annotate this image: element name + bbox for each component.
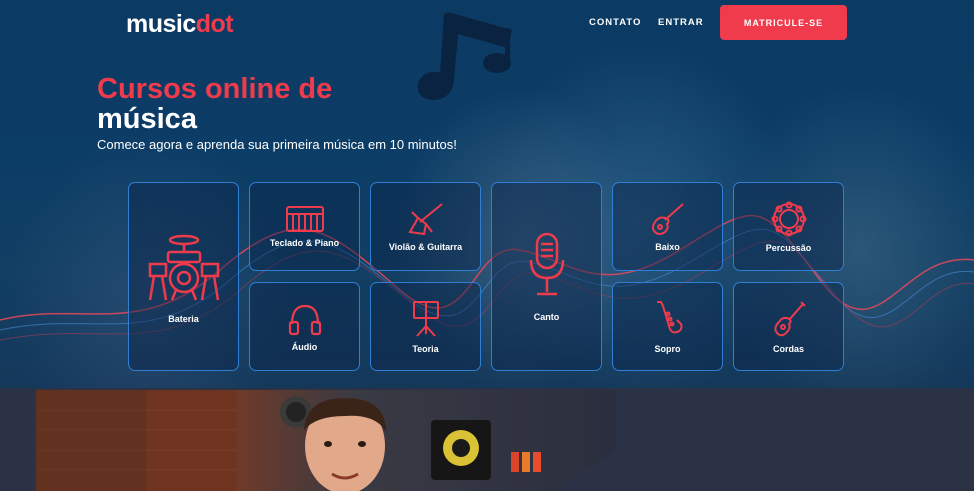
course-label-canto: Canto <box>533 311 560 322</box>
headline-line-2: música <box>97 103 197 135</box>
ukulele-icon <box>773 300 806 336</box>
course-card-canto[interactable]: Canto <box>491 182 602 371</box>
course-card-violao-guitarra[interactable]: Violão & Guitarra <box>370 182 481 271</box>
course-card-bateria[interactable]: Bateria <box>128 182 239 371</box>
course-label-bateria: Bateria <box>168 313 199 324</box>
headphones-icon <box>288 304 321 335</box>
bass-icon <box>651 202 684 235</box>
course-card-percussao[interactable]: Percussão <box>733 182 844 271</box>
music-note-icon <box>417 12 512 100</box>
course-card-teoria[interactable]: Teoria <box>370 282 481 371</box>
matricule-se-button[interactable]: MATRICULE-SE <box>720 5 847 40</box>
video-thumbnail[interactable] <box>36 390 616 491</box>
course-label-percussao: Percussão <box>765 242 812 253</box>
headline-line-1: Cursos online de <box>97 73 333 105</box>
logo-text-dot: dot <box>195 10 234 38</box>
hero-headline: Cursos online de música <box>97 74 332 134</box>
video-scene-graphic <box>36 390 616 491</box>
music-stand-icon <box>412 300 439 337</box>
course-label-teoria: Teoria <box>412 343 439 354</box>
course-label-audio: Áudio <box>291 341 318 352</box>
course-label-sopro: Sopro <box>654 343 681 354</box>
course-card-baixo[interactable]: Baixo <box>612 182 723 271</box>
microphone-icon <box>529 232 564 295</box>
course-card-teclado-piano[interactable]: Teclado & Piano <box>249 182 360 271</box>
course-card-sopro[interactable]: Sopro <box>612 282 723 371</box>
logo[interactable]: music dot <box>126 10 234 39</box>
course-label-cordas: Cordas <box>772 343 804 354</box>
hero-subheadline: Comece agora e aprenda sua primeira músi… <box>97 137 457 152</box>
drum-kit-icon <box>148 234 219 300</box>
course-card-audio[interactable]: Áudio <box>249 282 360 371</box>
keyboard-icon <box>285 205 324 232</box>
nav-entrar-link[interactable]: ENTRAR <box>658 17 704 28</box>
guitar-icon <box>407 202 443 235</box>
logo-text-music: music <box>126 10 196 38</box>
course-card-cordas[interactable]: Cordas <box>733 282 844 371</box>
tambourine-icon <box>771 201 806 236</box>
nav-contato-link[interactable]: CONTATO <box>589 17 641 28</box>
course-label-violao: Violão & Guitarra <box>388 241 463 252</box>
course-label-teclado: Teclado & Piano <box>269 237 340 248</box>
saxophone-icon <box>656 300 682 333</box>
course-label-baixo: Baixo <box>655 241 680 252</box>
